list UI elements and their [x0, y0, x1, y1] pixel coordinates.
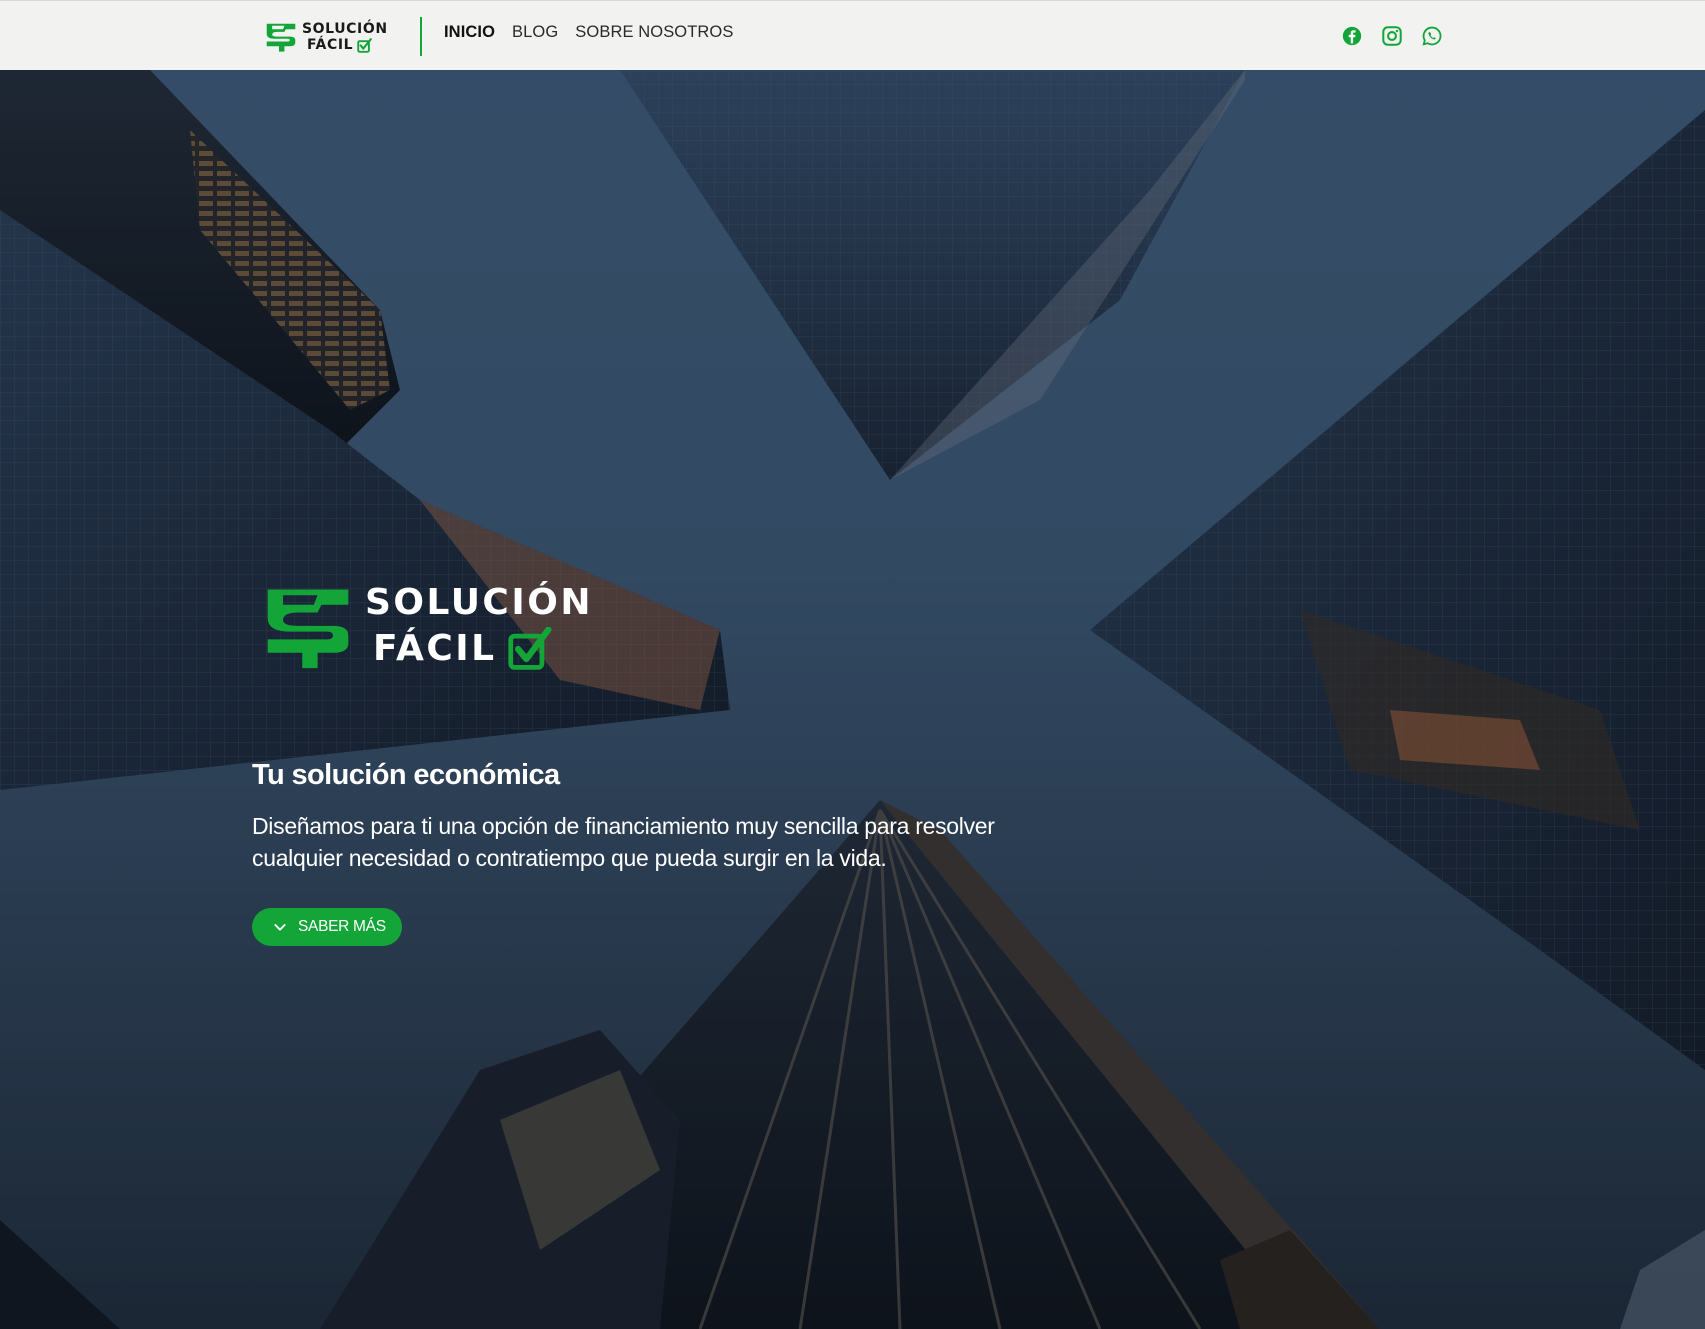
brand-logo-icon	[266, 23, 296, 52]
saber-mas-label: SABER MÁS	[298, 918, 386, 935]
instagram-icon[interactable]	[1381, 25, 1403, 47]
facebook-icon[interactable]	[1341, 25, 1363, 47]
hero-content: SOLUCIÓN FÁCIL Tu solución económica Dis…	[252, 570, 1152, 946]
hero-title: Tu solución económica	[252, 759, 560, 791]
hero-brand-name-line1: SOLUCIÓN	[365, 582, 593, 623]
hero-logo-icon	[267, 589, 349, 669]
nav-link-blog[interactable]: BLOG	[512, 23, 558, 42]
hero-brand-name-line2: FÁCIL	[373, 628, 497, 669]
saber-mas-button[interactable]: SABER MÁS	[252, 908, 402, 946]
nav-link-inicio[interactable]: INICIO	[444, 23, 495, 42]
main-nav: INICIO BLOG SOBRE NOSOTROS	[444, 23, 733, 42]
social-links	[1341, 25, 1443, 47]
chevron-down-icon	[274, 924, 286, 931]
brand-logo[interactable]: SOLUCIÓN FÁCIL	[264, 19, 388, 55]
nav-link-sobre-nosotros[interactable]: SOBRE NOSOTROS	[575, 23, 733, 42]
hero-section: SOLUCIÓN FÁCIL Tu solución económica Dis…	[0, 70, 1705, 1329]
hero-description: Diseñamos para ti una opción de financia…	[252, 813, 995, 871]
nav-divider	[420, 17, 422, 56]
brand-wordmark: SOLUCIÓN FÁCIL	[302, 21, 388, 53]
top-navbar: SOLUCIÓN FÁCIL INICIO BLOG SOBRE NOSOTRO…	[0, 0, 1705, 70]
hero-checkbox-check-icon	[507, 627, 552, 670]
hero-wordmark: SOLUCIÓN FÁCIL	[365, 580, 593, 672]
hero-overlay	[0, 70, 1705, 1329]
brand-name-line2: FÁCIL	[307, 37, 354, 53]
whatsapp-icon[interactable]	[1421, 25, 1443, 47]
hero-brand-logo: SOLUCIÓN FÁCIL	[252, 570, 590, 670]
checkbox-check-icon	[357, 37, 373, 53]
brand-name-line1: SOLUCIÓN	[302, 21, 388, 37]
